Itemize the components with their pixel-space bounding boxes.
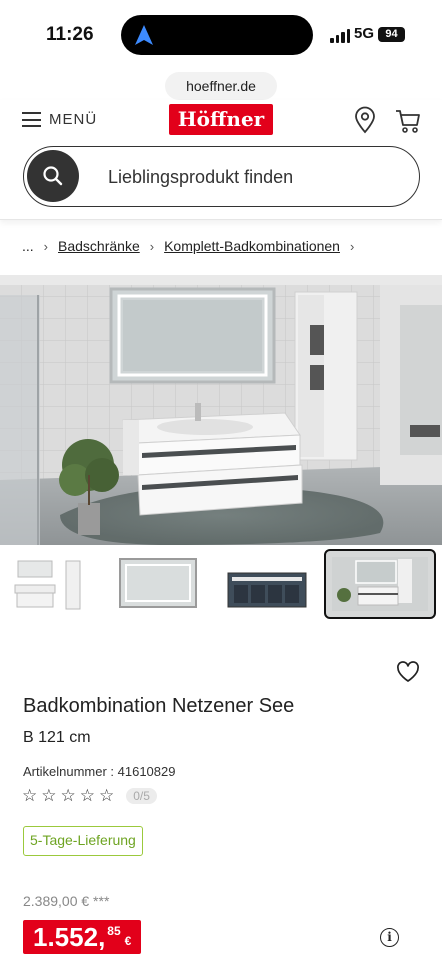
thumbnail-led-mirror[interactable] bbox=[117, 551, 199, 617]
battery-indicator: 94 bbox=[378, 27, 405, 42]
site-header: MENÜ Höffner bbox=[0, 100, 442, 220]
info-icon[interactable]: i bbox=[380, 928, 399, 947]
rating-count-badge: 0/5 bbox=[126, 788, 157, 804]
old-price: 2.389,00 € *** bbox=[23, 893, 110, 909]
breadcrumb-ellipsis[interactable]: ... bbox=[22, 238, 34, 254]
status-bar: 11:26 5G 94 bbox=[0, 0, 442, 70]
thumbnail-bathroom-scene[interactable] bbox=[324, 549, 436, 619]
hoeffner-logo[interactable]: Höffner bbox=[169, 104, 273, 135]
cart-icon[interactable] bbox=[395, 106, 421, 134]
search-button[interactable] bbox=[27, 150, 79, 202]
location-pin-icon[interactable] bbox=[352, 106, 378, 134]
network-type: 5G bbox=[354, 25, 375, 42]
product-title: Badkombination Netzener See bbox=[23, 695, 295, 717]
clock: 11:26 bbox=[46, 24, 94, 45]
price-cents: 85 bbox=[107, 924, 121, 938]
price-currency: € bbox=[124, 934, 132, 948]
chevron-right-icon: › bbox=[43, 238, 49, 254]
product-main-image[interactable] bbox=[0, 275, 442, 545]
thumbnail-vanity-drawers-top[interactable] bbox=[224, 551, 310, 617]
price-badge: 1.552, 85 € bbox=[23, 920, 142, 954]
chevron-right-icon: › bbox=[349, 238, 355, 254]
product-width: B 121 cm bbox=[23, 729, 91, 746]
chevron-right-icon: › bbox=[149, 238, 155, 254]
navigation-arrow-icon bbox=[135, 25, 153, 45]
search-input[interactable] bbox=[108, 164, 398, 190]
thumbnail-cabinet-set[interactable] bbox=[6, 551, 102, 617]
breadcrumb-link-komplett-badkombinationen[interactable]: Komplett-Badkombinationen bbox=[164, 238, 340, 254]
price-main: 1.552, bbox=[33, 922, 106, 952]
menu-label: MENÜ bbox=[49, 111, 98, 128]
breadcrumb-link-badschraenke[interactable]: Badschränke bbox=[58, 238, 140, 254]
hamburger-icon bbox=[22, 112, 41, 127]
signal-icon bbox=[330, 29, 350, 43]
url-bar[interactable]: hoeffner.de bbox=[165, 72, 277, 100]
search-icon bbox=[43, 166, 63, 186]
star-empty-icon: ☆ bbox=[41, 786, 57, 805]
star-empty-icon: ☆ bbox=[99, 786, 115, 805]
delivery-badge: 5-Tage-Lieferung bbox=[23, 826, 143, 856]
thumbnail-strip bbox=[0, 549, 442, 619]
menu-button[interactable]: MENÜ bbox=[22, 111, 97, 128]
star-empty-icon: ☆ bbox=[79, 786, 95, 805]
search-bar bbox=[23, 146, 420, 207]
heart-icon[interactable] bbox=[396, 661, 420, 683]
star-empty-icon: ☆ bbox=[22, 786, 38, 805]
article-number: Artikelnummer : 41610829 bbox=[23, 764, 176, 779]
star-empty-icon: ☆ bbox=[60, 786, 76, 805]
dynamic-island bbox=[121, 15, 313, 55]
rating-stars[interactable]: ☆ ☆ ☆ ☆ ☆ 0/5 bbox=[22, 786, 157, 806]
breadcrumb: ... › Badschränke › Komplett-Badkombinat… bbox=[22, 238, 354, 254]
